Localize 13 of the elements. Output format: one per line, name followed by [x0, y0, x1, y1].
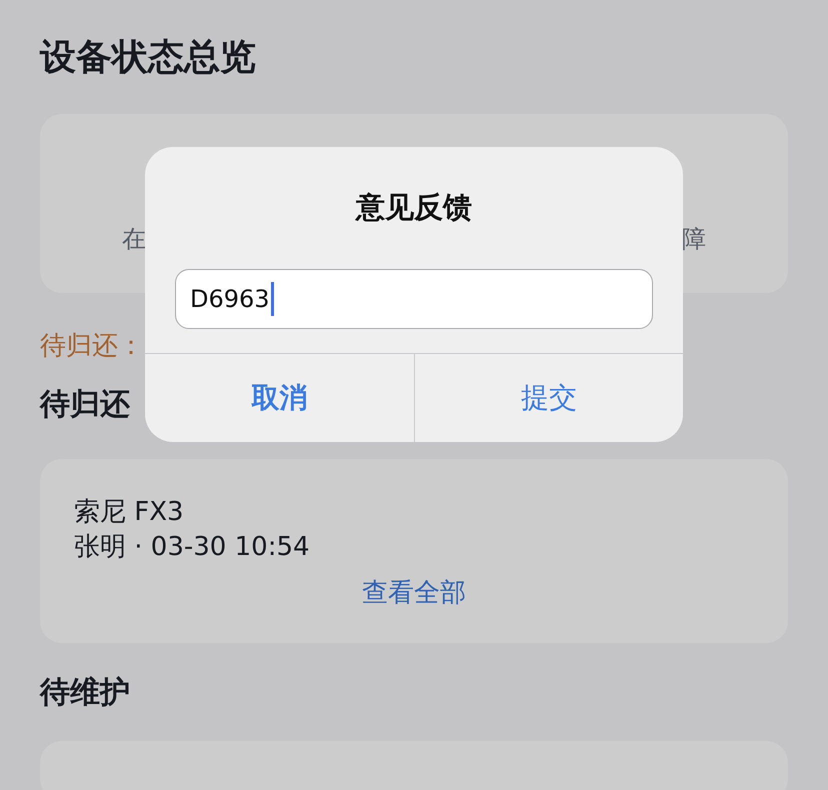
borrow-detail: 张明 · 03-30 10:54: [74, 531, 310, 564]
view-all-link[interactable]: 查看全部: [362, 573, 466, 613]
stat-label: 障: [682, 224, 706, 255]
cancel-button[interactable]: 取消: [145, 354, 414, 442]
input-field[interactable]: D6963: [175, 269, 653, 329]
section-heading: 待维护: [40, 674, 130, 712]
device-name: 索尼 FX3: [74, 496, 184, 529]
stat-label: 在: [122, 224, 146, 255]
submit-button[interactable]: 提交: [414, 354, 683, 442]
dialog-title: 意见反馈: [354, 189, 473, 226]
page-title: 设备状态总览: [40, 36, 257, 80]
pending-notice: 待归还：: [40, 330, 145, 363]
section-heading: 待归还: [40, 386, 130, 424]
